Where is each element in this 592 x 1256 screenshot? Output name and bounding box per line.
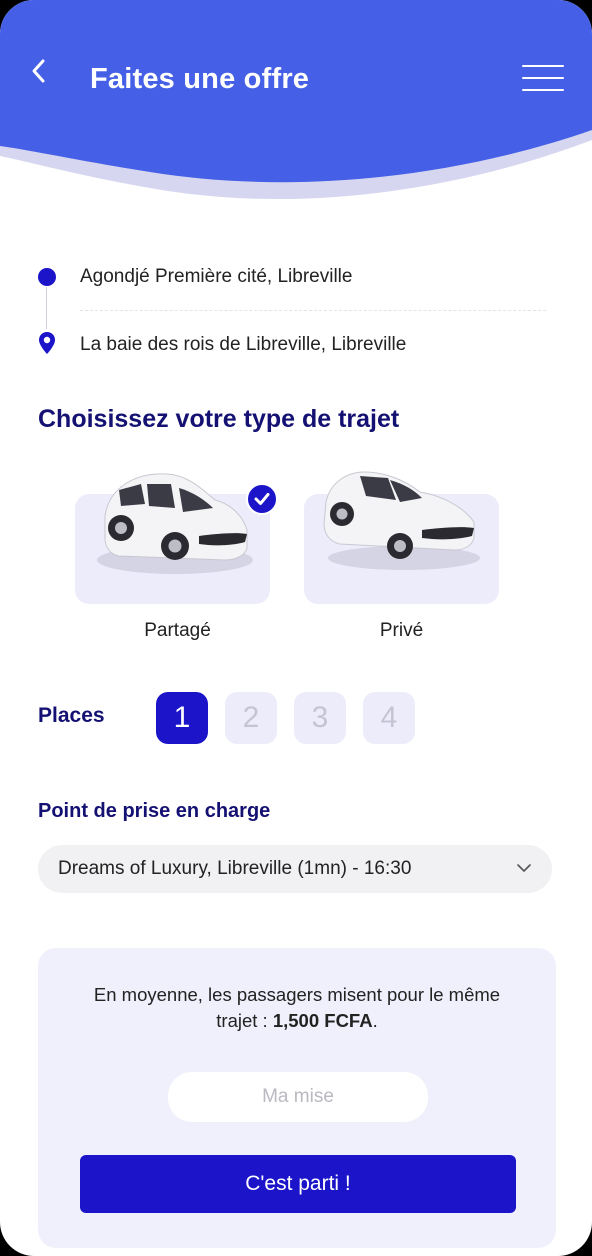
chevron-down-icon xyxy=(517,864,531,872)
pickup-label: Point de prise en charge xyxy=(38,800,271,822)
menu-button[interactable] xyxy=(518,62,568,96)
header-wave-background xyxy=(0,0,592,200)
route-summary: Agondjé Première cité, Libreville La bai… xyxy=(36,255,556,365)
pickup-value: Dreams of Luxury, Libreville (1mn) - 16:… xyxy=(58,858,412,879)
chevron-left-icon xyxy=(32,59,45,83)
seat-option-4[interactable]: 4 xyxy=(363,692,415,744)
average-amount: 1,500 FCFA xyxy=(272,1010,373,1031)
page-title: Faites une offre xyxy=(90,63,310,95)
trip-option-private[interactable] xyxy=(304,471,499,604)
places-label: Places xyxy=(38,704,105,727)
pickup-select[interactable]: Dreams of Luxury, Libreville (1mn) - 16:… xyxy=(38,845,552,893)
seat-option-1[interactable]: 1 xyxy=(156,692,208,744)
sedan-icon xyxy=(323,471,480,570)
location-pin-icon xyxy=(39,332,55,354)
header: Faites une offre xyxy=(0,0,592,210)
origin-dot-icon xyxy=(38,268,56,286)
submit-button[interactable]: C'est parti ! xyxy=(80,1155,516,1213)
minivan-icon xyxy=(97,473,253,574)
app-screen: Faites une offre Agondjé Première cité, … xyxy=(0,0,592,1256)
hamburger-menu-icon xyxy=(522,65,564,67)
bet-input[interactable] xyxy=(168,1072,428,1122)
offer-panel: En moyenne, les passagers misent pour le… xyxy=(38,948,556,1248)
trip-option-shared-label: Partagé xyxy=(144,620,211,641)
selected-check-icon xyxy=(246,483,278,515)
seat-option-2[interactable]: 2 xyxy=(225,692,277,744)
origin-address[interactable]: Agondjé Première cité, Libreville xyxy=(80,264,352,290)
route-divider xyxy=(80,310,546,311)
average-offer-text: En moyenne, les passagers misent pour le… xyxy=(93,984,501,1031)
destination-address[interactable]: La baie des rois de Libreville, Librevil… xyxy=(80,332,406,358)
trip-option-private-label: Privé xyxy=(379,620,424,641)
trip-type-title: Choisissez votre type de trajet xyxy=(38,405,400,433)
seat-option-3[interactable]: 3 xyxy=(294,692,346,744)
route-connector xyxy=(46,287,47,329)
back-button[interactable] xyxy=(30,58,64,98)
trip-option-shared[interactable] xyxy=(75,473,270,604)
